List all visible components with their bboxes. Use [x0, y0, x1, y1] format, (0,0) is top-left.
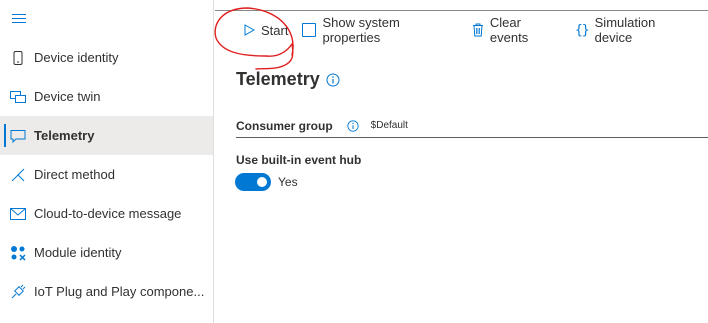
sidebar-item-device-identity[interactable]: Device identity: [0, 38, 213, 77]
event-hub-toggle-text: Yes: [278, 175, 298, 189]
sidebar-item-label: Device twin: [34, 89, 101, 104]
consumer-group-info-icon[interactable]: [347, 119, 359, 132]
sidebar-item-telemetry[interactable]: Telemetry: [0, 116, 213, 155]
chat-icon: [10, 128, 26, 144]
device-twin-icon: [10, 89, 26, 105]
consumer-group-label: Consumer group: [236, 118, 333, 133]
sidebar-item-label: IoT Plug and Play compone...: [34, 284, 205, 299]
sidebar-item-label: Telemetry: [34, 128, 95, 143]
trash-icon: [472, 23, 484, 37]
consumer-group-value[interactable]: $Default: [371, 120, 408, 131]
event-hub-toggle[interactable]: [235, 173, 271, 191]
play-icon: [243, 24, 255, 36]
toolbar: Start Show system properties Clear event…: [243, 15, 708, 45]
clear-events-button[interactable]: Clear events: [472, 15, 561, 45]
mail-icon: [10, 206, 26, 222]
clear-events-label: Clear events: [489, 15, 529, 45]
sidebar-item-module-identity[interactable]: Module identity: [0, 233, 213, 272]
sidebar: Device identity Device twin Telemetry Di…: [0, 0, 214, 323]
top-divider: [215, 10, 708, 11]
show-system-properties-checkbox[interactable]: Show system properties: [302, 15, 457, 45]
sidebar-item-label: Direct method: [34, 167, 115, 182]
consumer-group-field[interactable]: Consumer group $Default: [236, 114, 708, 138]
toggle-knob: [257, 177, 267, 187]
event-hub-toggle-row: Yes: [235, 173, 298, 191]
sidebar-item-cloud-to-device-message[interactable]: Cloud-to-device message: [0, 194, 213, 233]
sidebar-item-iot-plug-and-play[interactable]: IoT Plug and Play compone...: [0, 272, 213, 311]
sidebar-item-device-twin[interactable]: Device twin: [0, 77, 213, 116]
start-button[interactable]: Start: [243, 23, 288, 38]
page-title-text: Telemetry: [236, 69, 320, 89]
info-icon[interactable]: [326, 73, 340, 87]
show-system-properties-label: Show system properties: [322, 15, 400, 45]
hamburger-menu-icon[interactable]: [12, 14, 26, 24]
simulation-device-button[interactable]: {} Simulation device: [575, 15, 694, 45]
braces-icon: {}: [574, 22, 590, 38]
sidebar-item-direct-method[interactable]: Direct method: [0, 155, 213, 194]
module-icon: [10, 245, 26, 261]
direct-method-icon: [10, 167, 26, 183]
event-hub-label: Use built-in event hub: [236, 153, 362, 167]
sidebar-item-label: Device identity: [34, 50, 119, 65]
checkbox-icon[interactable]: [302, 23, 317, 37]
page-title: Telemetry: [236, 69, 340, 90]
sidebar-item-label: Module identity: [34, 245, 122, 260]
simulation-device-label: Simulation device: [594, 15, 656, 45]
start-label: Start: [261, 22, 289, 38]
phone-icon: [10, 50, 26, 66]
plug-icon: [10, 284, 26, 300]
sidebar-item-label: Cloud-to-device message: [34, 206, 182, 221]
